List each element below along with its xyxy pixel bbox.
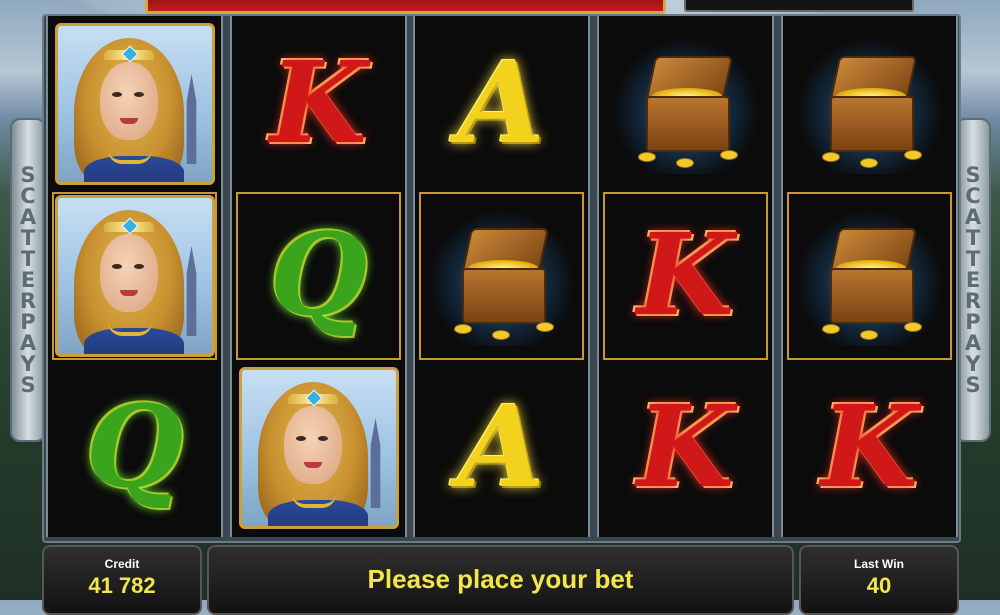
- reel-cell: Q: [52, 364, 217, 532]
- princess-symbol: [54, 23, 215, 185]
- reel-3: AA: [413, 16, 590, 537]
- reel-cell: K: [603, 364, 768, 532]
- q-symbol: Q: [269, 210, 368, 341]
- reel-cell: [236, 364, 401, 532]
- reel-cell: [787, 20, 952, 188]
- princess-symbol: [238, 367, 399, 529]
- reel-cell: A: [419, 364, 584, 532]
- reels-area: QKQAAKKK: [42, 14, 961, 543]
- credit-label: Credit: [104, 557, 140, 571]
- reel-4: KK: [597, 16, 774, 537]
- credit-panel: Credit 41 782: [42, 545, 202, 615]
- scatter-pays-panel-left: SCATTER PAYS: [10, 118, 46, 442]
- k-symbol: K: [820, 382, 919, 513]
- princess-symbol: [54, 195, 215, 357]
- reel-cell: [419, 192, 584, 360]
- reel-cell: A: [419, 20, 584, 188]
- treasure-chest-symbol: [615, 34, 756, 174]
- reel-cell: [52, 192, 217, 360]
- scatter-pays-label-right: SCATTER PAYS: [964, 162, 989, 397]
- reel-5: K: [781, 16, 958, 537]
- treasure-chest-symbol: [799, 206, 940, 346]
- message-panel: Please place your bet: [207, 545, 794, 615]
- reel-2: KQ: [230, 16, 407, 537]
- reel-cell: [603, 20, 768, 188]
- last-win-value: 40: [866, 573, 892, 598]
- reel-cell: K: [603, 192, 768, 360]
- reel-cell: K: [787, 364, 952, 532]
- reel-cell: Q: [236, 192, 401, 360]
- reel-1: Q: [46, 16, 223, 537]
- a-symbol: A: [458, 38, 545, 169]
- reel-cell: [52, 20, 217, 188]
- reel-cell: K: [236, 20, 401, 188]
- status-message: Please place your bet: [367, 564, 634, 594]
- k-symbol: K: [636, 210, 735, 341]
- game-title-plaque: [145, 0, 666, 14]
- a-symbol: A: [458, 382, 545, 513]
- scatter-pays-label-left: SCATTER PAYS: [19, 162, 44, 397]
- q-symbol: Q: [85, 382, 184, 513]
- credit-value: 41 782: [88, 573, 156, 598]
- jackpot-display: [684, 0, 914, 12]
- k-symbol: K: [269, 38, 368, 169]
- last-win-label: Last Win: [854, 557, 904, 571]
- treasure-chest-symbol: [431, 206, 572, 346]
- k-symbol: K: [636, 382, 735, 513]
- reel-cell: [787, 192, 952, 360]
- last-win-panel: Last Win 40: [799, 545, 959, 615]
- treasure-chest-symbol: [799, 34, 940, 174]
